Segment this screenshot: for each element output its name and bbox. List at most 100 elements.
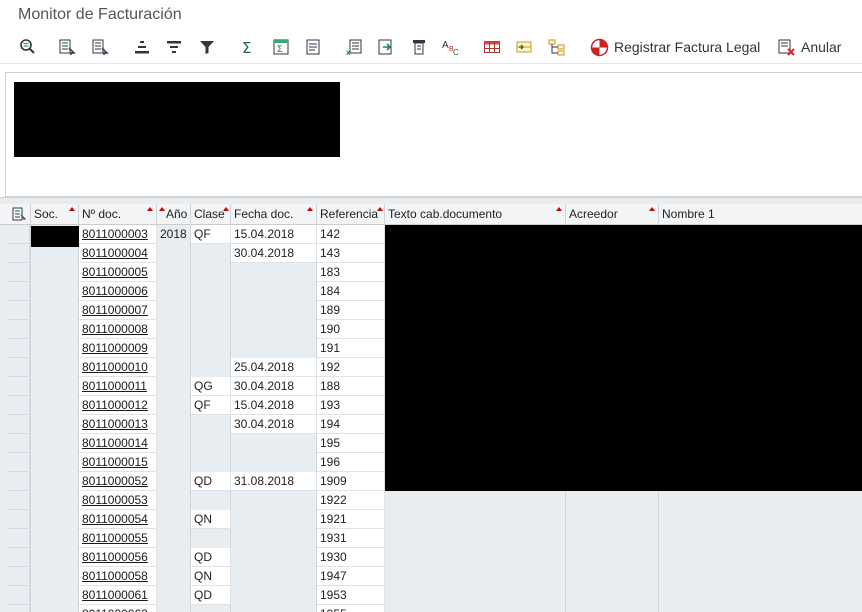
invoice-grid: Soc. Nº doc. Año Clase Fecha doc. Refere… <box>0 204 862 612</box>
cell-doc[interactable]: 8011000015 <box>79 453 157 472</box>
table-view-icon[interactable] <box>483 36 501 58</box>
row-selector[interactable] <box>8 320 30 339</box>
cell-referencia: 1953 <box>317 586 385 605</box>
header-doc[interactable]: Nº doc. <box>79 204 157 225</box>
cell-doc[interactable]: 8011000009 <box>79 339 157 358</box>
row-selector[interactable] <box>8 263 30 282</box>
cell-doc[interactable]: 8011000052 <box>79 472 157 491</box>
row-selector[interactable] <box>8 225 30 244</box>
header-referencia[interactable]: Referencia <box>317 204 385 225</box>
row-selector[interactable] <box>8 605 30 612</box>
cell-doc[interactable]: 8011000010 <box>79 358 157 377</box>
header-acreedor[interactable]: Acreedor <box>566 204 659 225</box>
filter-icon[interactable] <box>198 36 216 58</box>
row-selector[interactable] <box>8 453 30 472</box>
column-soc <box>31 204 79 612</box>
header-doc-label: Nº doc. <box>82 207 122 221</box>
cell-doc[interactable]: 8011000006 <box>79 282 157 301</box>
header-acreedor-label: Acreedor <box>569 207 618 221</box>
svg-text:Σ: Σ <box>277 44 283 54</box>
sort-indicator-icon <box>377 207 383 211</box>
cell-doc[interactable]: 8011000008 <box>79 320 157 339</box>
cell-clase: QD <box>191 586 231 605</box>
cell-doc[interactable]: 8011000005 <box>79 263 157 282</box>
cell-doc[interactable]: 8011000004 <box>79 244 157 263</box>
cell-referencia: 189 <box>317 301 385 320</box>
row-selector[interactable] <box>8 377 30 396</box>
cell-referencia: 194 <box>317 415 385 434</box>
cell-doc[interactable]: 8011000055 <box>79 529 157 548</box>
cell-doc[interactable]: 8011000062 <box>79 605 157 612</box>
row-selector[interactable] <box>8 244 30 263</box>
row-selector[interactable] <box>8 339 30 358</box>
row-selector[interactable] <box>8 567 30 586</box>
row-selector[interactable] <box>8 548 30 567</box>
cell-doc[interactable]: 8011000013 <box>79 415 157 434</box>
sort-indicator-icon <box>159 207 165 211</box>
cell-doc[interactable]: 8011000053 <box>79 491 157 510</box>
sort-descending-icon[interactable] <box>165 36 183 58</box>
row-selector[interactable] <box>8 358 30 377</box>
cell-doc[interactable]: 8011000058 <box>79 567 157 586</box>
svg-text:A: A <box>442 40 449 51</box>
header-anio[interactable]: Año <box>157 204 191 225</box>
row-selector[interactable] <box>8 434 30 453</box>
cell-referencia: 188 <box>317 377 385 396</box>
change-layout-icon[interactable] <box>515 36 533 58</box>
column-anio <box>157 204 191 612</box>
cell-referencia: 184 <box>317 282 385 301</box>
cell-fecha: 15.04.2018 <box>231 396 317 415</box>
header-clase[interactable]: Clase <box>191 204 231 225</box>
anular-label: Anular <box>801 39 842 55</box>
spell-check-icon[interactable]: ABC <box>441 36 461 58</box>
select-all-icon[interactable] <box>8 204 31 225</box>
cell-referencia: 195 <box>317 434 385 453</box>
cell-fecha: 25.04.2018 <box>231 358 317 377</box>
subtotals-icon[interactable]: Σ <box>272 36 290 58</box>
registrar-factura-legal-button[interactable]: Registrar Factura Legal <box>590 36 760 58</box>
cell-doc[interactable]: 8011000054 <box>79 510 157 529</box>
select-layout-icon[interactable] <box>58 36 76 58</box>
header-texto[interactable]: Texto cab.documento <box>385 204 566 225</box>
row-selector[interactable] <box>8 415 30 434</box>
header-soc[interactable]: Soc. <box>31 204 79 225</box>
sum-icon[interactable]: Σ <box>239 36 257 58</box>
row-selector[interactable] <box>8 396 30 415</box>
cell-referencia: 1930 <box>317 548 385 567</box>
row-selector[interactable] <box>8 529 30 548</box>
cell-doc[interactable]: 8011000061 <box>79 586 157 605</box>
cell-doc[interactable]: 8011000007 <box>79 301 157 320</box>
row-selector[interactable] <box>8 472 30 491</box>
header-fecha-label: Fecha doc. <box>234 207 294 221</box>
hierarchy-icon[interactable] <box>548 36 566 58</box>
redacted-vendor-data <box>385 225 862 491</box>
splitter-bar[interactable]: ...... <box>0 197 862 207</box>
row-selector[interactable] <box>8 586 30 605</box>
cell-doc[interactable]: 8011000011 <box>79 377 157 396</box>
row-selector[interactable] <box>8 282 30 301</box>
anular-button[interactable]: Anular <box>777 36 841 58</box>
registrar-factura-legal-label: Registrar Factura Legal <box>614 39 761 55</box>
sort-ascending-icon[interactable] <box>133 36 151 58</box>
header-nombre[interactable]: Nombre 1 <box>659 204 862 225</box>
details-icon[interactable] <box>18 36 36 58</box>
export-excel-icon[interactable]: x <box>345 36 363 58</box>
header-fecha[interactable]: Fecha doc. <box>231 204 317 225</box>
print-icon[interactable] <box>410 36 428 58</box>
sort-indicator-icon <box>556 207 562 211</box>
cell-referencia: 1931 <box>317 529 385 548</box>
row-selector[interactable] <box>8 301 30 320</box>
row-selector[interactable] <box>8 510 30 529</box>
choose-layout-icon[interactable] <box>91 36 109 58</box>
cell-doc[interactable]: 8011000056 <box>79 548 157 567</box>
cell-referencia: 191 <box>317 339 385 358</box>
print-preview-icon[interactable] <box>304 36 322 58</box>
cell-clase: QF <box>191 396 231 415</box>
cell-doc[interactable]: 8011000012 <box>79 396 157 415</box>
cell-doc[interactable]: 8011000003 <box>79 225 157 244</box>
svg-text:C: C <box>453 48 459 56</box>
cell-doc[interactable]: 8011000014 <box>79 434 157 453</box>
row-selector[interactable] <box>8 491 30 510</box>
export-icon[interactable] <box>377 36 395 58</box>
header-clase-label: Clase <box>194 207 225 221</box>
